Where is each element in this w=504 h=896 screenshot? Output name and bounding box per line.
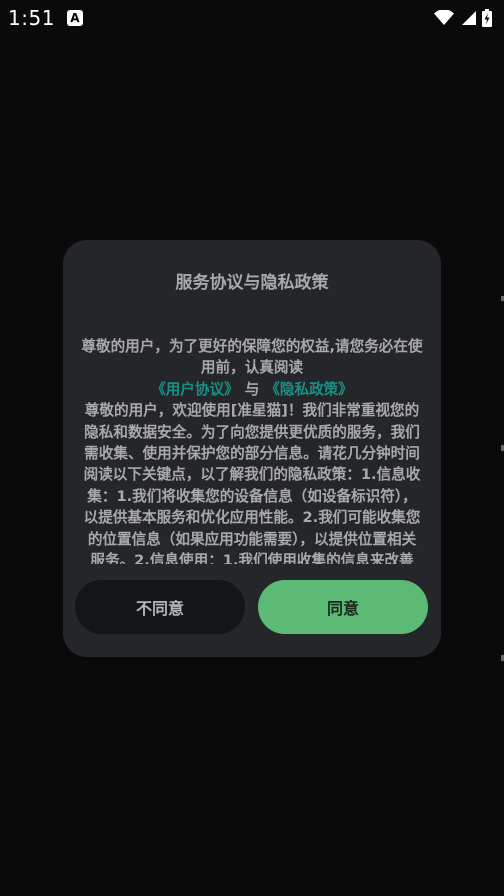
clock: 1:51 (8, 6, 55, 30)
disagree-button[interactable]: 不同意 (75, 580, 245, 634)
and-text: 与 (244, 380, 260, 398)
battery-charging-icon (482, 9, 492, 27)
agree-button[interactable]: 同意 (258, 580, 428, 634)
user-agreement-link[interactable]: 《用户协议》 (151, 381, 239, 398)
status-bar: 1:51 A (0, 0, 504, 36)
agreement-links: 《用户协议》与《隐私政策》 (81, 379, 423, 400)
intro-text: 尊敬的用户，为了更好的保障您的权益,请您务必在使用前，认真阅读 (81, 338, 423, 377)
signal-icon (462, 11, 476, 25)
policy-body-text: 尊敬的用户，欢迎使用[准星猫]！我们非常重视您的隐私和数据安全。为了向您提供更优… (83, 402, 421, 564)
dialog-body[interactable]: 尊敬的用户，为了更好的保障您的权益,请您务必在使用前，认真阅读 《用户协议》与《… (81, 336, 423, 564)
wifi-icon (434, 10, 454, 25)
privacy-dialog: 服务协议与隐私政策 尊敬的用户，为了更好的保障您的权益,请您务必在使用前，认真阅… (63, 240, 441, 657)
status-left: 1:51 A (8, 6, 83, 30)
privacy-policy-link[interactable]: 《隐私政策》 (265, 381, 353, 398)
notification-a-icon: A (66, 10, 83, 26)
dialog-title: 服务协议与隐私政策 (175, 273, 329, 293)
status-right (434, 9, 492, 27)
